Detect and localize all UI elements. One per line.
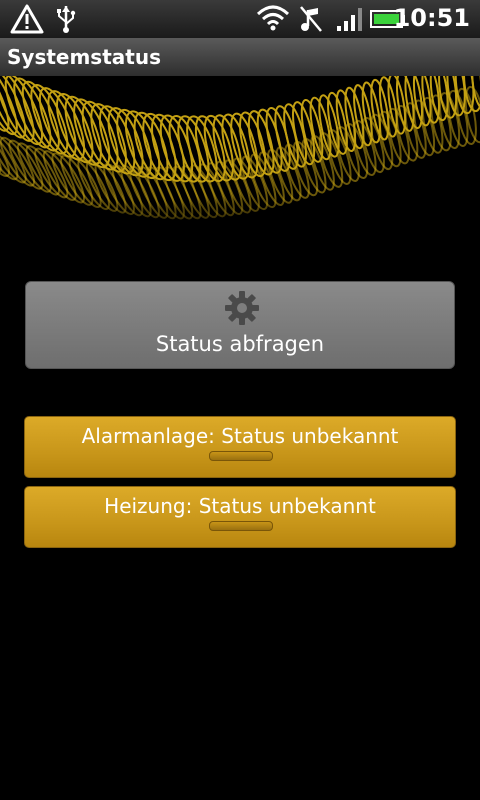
heating-status-label: Heizung: Status unbekannt [104, 494, 376, 518]
clock: 10:51 [393, 4, 470, 32]
music-off-icon [300, 6, 322, 32]
query-status-button[interactable]: Status abfragen [25, 281, 455, 369]
status-bar: 10:51 [0, 0, 480, 38]
gear-icon [225, 291, 259, 325]
spiral-banner-image [0, 76, 480, 246]
query-status-label: Status abfragen [155, 332, 325, 356]
alarm-status-button[interactable]: Alarmanlage: Status unbekannt [24, 416, 456, 478]
page-title: Systemstatus [7, 45, 161, 69]
heating-status-indicator [209, 521, 273, 531]
wifi-icon [256, 5, 290, 31]
usb-icon [57, 6, 76, 33]
alarm-status-indicator [209, 451, 273, 461]
signal-icon [337, 8, 362, 31]
heating-status-button[interactable]: Heizung: Status unbekannt [24, 486, 456, 548]
alarm-status-label: Alarmanlage: Status unbekannt [81, 424, 399, 448]
warning-icon [10, 4, 44, 34]
title-bar: Systemstatus [0, 38, 480, 77]
